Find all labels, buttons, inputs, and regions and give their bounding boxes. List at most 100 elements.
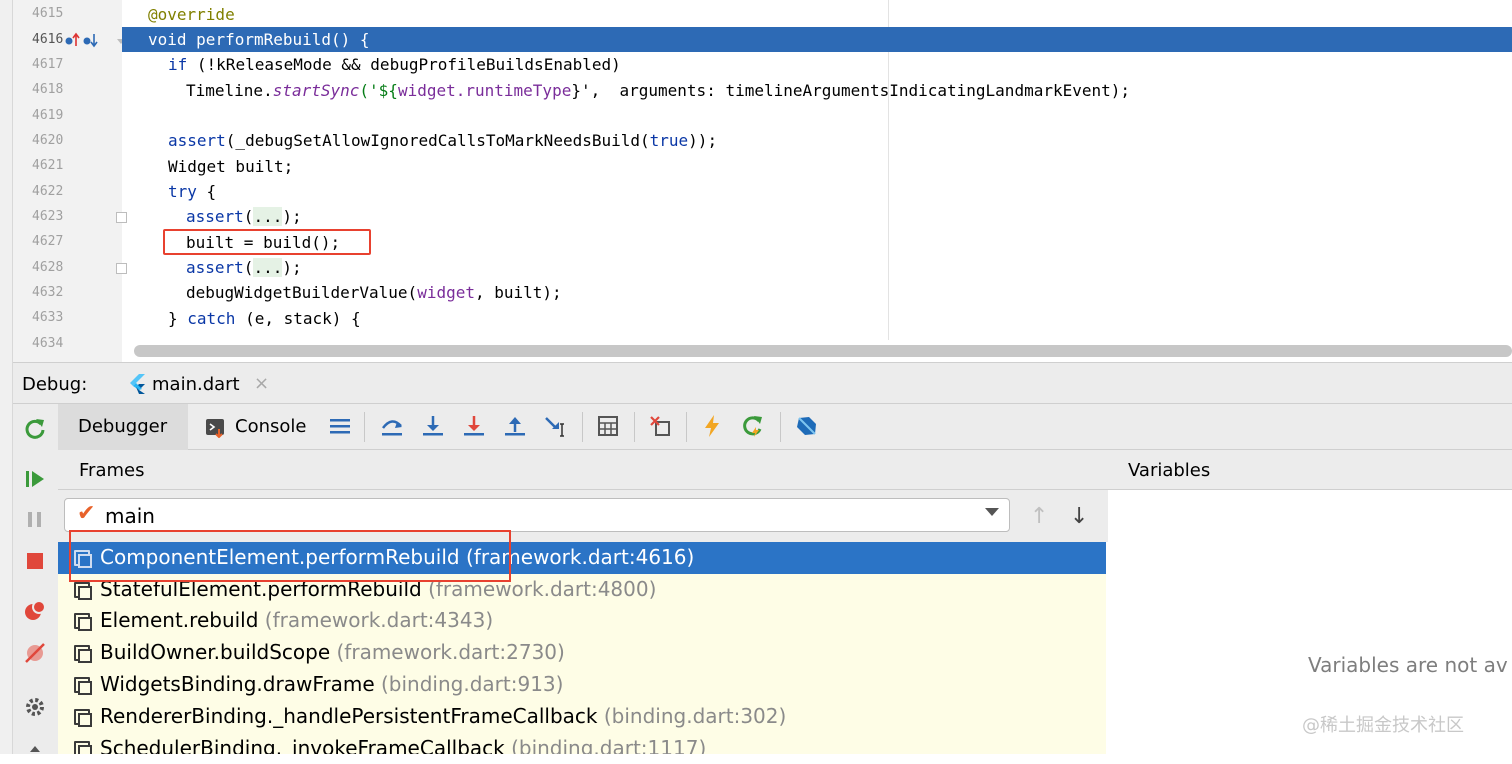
code-line: debugWidgetBuilderValue(widget, built); bbox=[186, 283, 562, 302]
thread-value: main bbox=[105, 504, 155, 528]
frame-icon bbox=[74, 677, 92, 695]
mute-breakpoints-icon[interactable] bbox=[22, 640, 48, 666]
left-side-strip bbox=[0, 0, 13, 754]
line-number: 4628 bbox=[32, 260, 64, 275]
frames-panel: Frames ✔ main ↑ ↓ ComponentElement.perfo… bbox=[58, 450, 1109, 754]
code-area[interactable]: @override void performRebuild() { if (!k… bbox=[122, 0, 1512, 340]
line-number: 4634 bbox=[32, 336, 64, 351]
line-number: 4632 bbox=[32, 285, 64, 300]
line-number: 4623 bbox=[32, 209, 64, 224]
drop-frame-icon[interactable] bbox=[648, 414, 672, 438]
view-breakpoints-icon[interactable] bbox=[22, 598, 48, 624]
code-line: assert(...); bbox=[186, 258, 302, 277]
annotation-highlight-box bbox=[163, 229, 371, 255]
resume-icon[interactable] bbox=[22, 466, 48, 492]
debug-tool-window-header: Debug: main.dart × bbox=[12, 362, 1512, 404]
frame-row[interactable]: RendererBinding._handlePersistentFrameCa… bbox=[58, 701, 1106, 733]
line-number: 4627 bbox=[32, 234, 64, 249]
line-number: 4621 bbox=[32, 158, 64, 173]
run-to-cursor-icon[interactable] bbox=[544, 414, 568, 438]
stop-icon[interactable] bbox=[22, 548, 48, 574]
frames-title: Frames bbox=[79, 460, 145, 481]
force-step-into-icon[interactable] bbox=[462, 414, 486, 438]
hot-restart-icon[interactable] bbox=[741, 414, 765, 438]
code-line: Widget built; bbox=[168, 157, 294, 176]
frame-row[interactable]: SchedulerBinding._invokeFrameCallback (b… bbox=[58, 733, 1106, 754]
toolbar-separator bbox=[780, 412, 781, 442]
pause-icon[interactable] bbox=[22, 506, 48, 532]
frames-header: Frames bbox=[58, 450, 1108, 490]
toolbar-separator bbox=[582, 412, 583, 442]
session-tab-label: main.dart bbox=[152, 374, 240, 395]
annotation-highlight-box bbox=[69, 530, 511, 582]
scrollbar-thumb[interactable] bbox=[134, 345, 1512, 357]
line-number: 4617 bbox=[32, 57, 64, 72]
code-line: @override bbox=[148, 5, 235, 24]
frame-row[interactable]: BuildOwner.buildScope (framework.dart:27… bbox=[58, 637, 1106, 669]
frame-icon bbox=[74, 645, 92, 663]
frame-icon bbox=[74, 741, 92, 754]
tab-debugger[interactable]: Debugger bbox=[58, 404, 188, 450]
frame-label: RendererBinding._handlePersistentFrameCa… bbox=[100, 704, 787, 728]
line-number: 4616 bbox=[32, 32, 64, 47]
code-line: try { bbox=[168, 182, 217, 201]
line-number: 4619 bbox=[32, 108, 64, 123]
frame-label: Element.rebuild (framework.dart:4343) bbox=[100, 608, 494, 632]
console-icon bbox=[206, 419, 224, 438]
code-line: Timeline.startSync('${widget.runtimeType… bbox=[186, 81, 1131, 100]
check-icon: ✔ bbox=[77, 501, 96, 526]
step-into-icon[interactable] bbox=[421, 414, 445, 438]
code-line: assert(...); bbox=[186, 207, 302, 226]
tab-label: Debugger bbox=[78, 416, 168, 437]
frame-label: SchedulerBinding._invokeFrameCallback (b… bbox=[100, 736, 707, 754]
tab-label: Console bbox=[235, 416, 307, 437]
frame-row[interactable]: Element.rebuild (framework.dart:4343) bbox=[58, 605, 1106, 637]
step-out-icon[interactable] bbox=[503, 414, 527, 438]
horizontal-scrollbar[interactable] bbox=[122, 340, 1512, 362]
arrow-down-icon[interactable]: ↓ bbox=[1070, 504, 1088, 529]
debug-actions-column bbox=[12, 404, 59, 754]
code-editor[interactable]: 4615 4616 4617 4618 4619 4620 4621 4622 … bbox=[0, 0, 1512, 362]
flutter-icon bbox=[130, 374, 145, 394]
evaluate-expression-icon[interactable] bbox=[596, 414, 620, 438]
line-number: 4618 bbox=[32, 82, 64, 97]
frame-row[interactable]: WidgetsBinding.drawFrame (binding.dart:9… bbox=[58, 669, 1106, 701]
arrow-up-icon[interactable]: ↑ bbox=[1030, 504, 1048, 529]
frame-icon bbox=[74, 613, 92, 631]
line-number-gutter: 4615 4616 4617 4618 4619 4620 4621 4622 … bbox=[12, 0, 125, 362]
code-line: } catch (e, stack) { bbox=[168, 309, 361, 328]
variables-header: Variables bbox=[1108, 450, 1512, 490]
debug-label: Debug: bbox=[22, 374, 88, 395]
frame-label: WidgetsBinding.drawFrame (binding.dart:9… bbox=[100, 672, 564, 696]
code-line: assert(_debugSetAllowIgnoredCallsToMarkN… bbox=[168, 131, 718, 150]
line-number: 4615 bbox=[32, 6, 64, 21]
tab-console[interactable]: Console bbox=[203, 404, 315, 450]
toolbar-separator bbox=[364, 412, 365, 442]
line-number: 4633 bbox=[32, 310, 64, 325]
dart-devtools-icon[interactable] bbox=[794, 414, 818, 438]
frame-icon bbox=[74, 582, 92, 600]
pin-icon[interactable] bbox=[22, 738, 48, 764]
hot-reload-icon[interactable] bbox=[700, 414, 724, 438]
code-line-current: void performRebuild() { bbox=[122, 27, 1512, 52]
debugger-toolbar: Debugger Console bbox=[58, 404, 1512, 450]
code-line: if (!kReleaseMode && debugProfileBuildsE… bbox=[168, 55, 621, 74]
chevron-down-icon bbox=[985, 508, 999, 516]
step-over-icon[interactable] bbox=[380, 414, 404, 438]
variables-panel: Variables Variables are not av bbox=[1108, 450, 1512, 754]
toolbar-separator bbox=[634, 412, 635, 442]
override-marker-icon[interactable] bbox=[64, 32, 100, 48]
close-icon[interactable]: × bbox=[254, 373, 269, 394]
line-number: 4620 bbox=[32, 133, 64, 148]
variables-title: Variables bbox=[1128, 460, 1211, 481]
settings-gear-icon[interactable] bbox=[22, 694, 48, 720]
toolbar-separator bbox=[686, 412, 687, 442]
frame-icon bbox=[74, 709, 92, 727]
rerun-icon[interactable] bbox=[22, 416, 48, 442]
thread-dropdown[interactable]: ✔ main bbox=[64, 498, 1010, 532]
menu-icon[interactable] bbox=[328, 414, 352, 438]
frame-label: BuildOwner.buildScope (framework.dart:27… bbox=[100, 640, 565, 664]
session-tab-main-dart[interactable]: main.dart × bbox=[120, 363, 276, 405]
line-number: 4622 bbox=[32, 184, 64, 199]
